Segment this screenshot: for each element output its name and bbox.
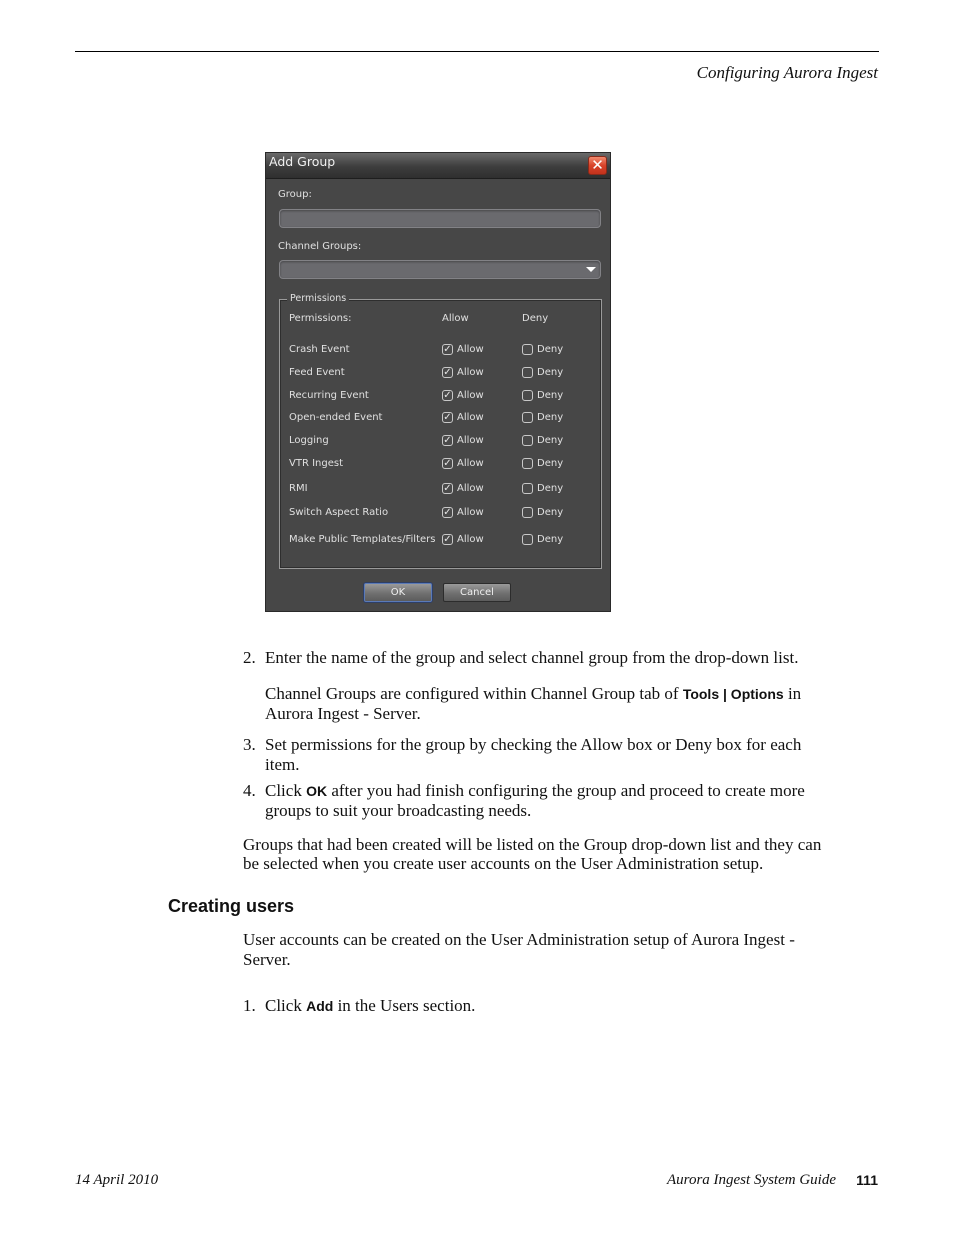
dialog-title: Add Group bbox=[269, 154, 336, 169]
deny-label: Deny bbox=[537, 483, 564, 494]
running-head: Configuring Aurora Ingest bbox=[696, 63, 878, 82]
tools-options-ref: Tools | Options bbox=[682, 686, 784, 702]
permission-name: Make Public Templates/Filters bbox=[289, 534, 436, 545]
allow-checkbox[interactable]: ✓ bbox=[442, 483, 453, 494]
allow-checkbox[interactable]: ✓ bbox=[442, 435, 453, 446]
step-4-number: 4. bbox=[243, 781, 256, 800]
allow-label: Allow bbox=[457, 458, 484, 469]
step-4-pre: Click bbox=[265, 781, 307, 800]
deny-checkbox[interactable] bbox=[522, 534, 533, 545]
allow-label: Allow bbox=[457, 483, 484, 494]
step-4-post: after you had finish configuring the gro… bbox=[265, 781, 805, 820]
users-paragraph: User accounts can be created on the User… bbox=[243, 930, 795, 969]
channel-groups-note: Channel Groups are configured within Cha… bbox=[265, 684, 825, 724]
allow-label: Allow bbox=[457, 507, 484, 518]
deny-checkbox[interactable] bbox=[522, 458, 533, 469]
allow-checkbox[interactable]: ✓ bbox=[442, 412, 453, 423]
footer-date: 14 April 2010 bbox=[75, 1172, 159, 1188]
deny-checkbox[interactable] bbox=[522, 390, 533, 401]
allow-checkbox[interactable]: ✓ bbox=[442, 507, 453, 518]
add-ref: Add bbox=[306, 998, 334, 1014]
deny-label: Deny bbox=[537, 390, 564, 401]
deny-label: Deny bbox=[537, 507, 564, 518]
step-1-text: Click Add in the Users section. bbox=[265, 996, 825, 1016]
step-1-number: 1. bbox=[243, 996, 256, 1015]
ok-ref: OK bbox=[306, 783, 328, 799]
column-header-deny: Deny bbox=[522, 313, 549, 324]
deny-label: Deny bbox=[537, 534, 564, 545]
allow-checkbox[interactable]: ✓ bbox=[442, 344, 453, 355]
permission-name: VTR Ingest bbox=[289, 458, 343, 469]
chevron-down-icon bbox=[586, 267, 596, 272]
note-text: Channel Groups are configured within Cha… bbox=[265, 684, 683, 703]
permission-name: Recurring Event bbox=[289, 390, 369, 401]
allow-label: Allow bbox=[457, 390, 484, 401]
allow-checkbox[interactable]: ✓ bbox=[442, 367, 453, 378]
permission-name: Switch Aspect Ratio bbox=[289, 507, 389, 518]
groups-paragraph: Groups that had been created will be lis… bbox=[243, 835, 822, 873]
deny-label: Deny bbox=[537, 458, 564, 469]
allow-label: Allow bbox=[457, 412, 484, 423]
allow-label: Allow bbox=[457, 367, 484, 378]
close-button[interactable]: ✕ bbox=[588, 156, 607, 175]
column-header-allow: Allow bbox=[442, 313, 469, 324]
permissions-legend: Permissions bbox=[287, 293, 350, 304]
header-rule bbox=[75, 51, 879, 52]
footer-guide-title: Aurora Ingest System Guide bbox=[667, 1172, 836, 1188]
deny-checkbox[interactable] bbox=[522, 412, 533, 423]
permission-row: Make Public Templates/Filters ✓ Allow Deny bbox=[280, 534, 601, 550]
permission-name: Feed Event bbox=[289, 367, 345, 378]
deny-checkbox[interactable] bbox=[522, 435, 533, 446]
permission-row: Logging ✓ Allow Deny bbox=[280, 435, 601, 451]
allow-label: Allow bbox=[457, 435, 484, 446]
step-4-text: Click OK after you had finish configurin… bbox=[265, 781, 825, 821]
permission-row: Feed Event ✓ Allow Deny bbox=[280, 367, 601, 383]
cancel-button[interactable]: Cancel bbox=[443, 583, 511, 602]
permission-row: VTR Ingest ✓ Allow Deny bbox=[280, 458, 601, 474]
permission-row: Open-ended Event ✓ Allow Deny bbox=[280, 412, 601, 428]
permission-row: Crash Event ✓ Allow Deny bbox=[280, 344, 601, 360]
deny-label: Deny bbox=[537, 412, 564, 423]
allow-label: Allow bbox=[457, 344, 484, 355]
channel-groups-dropdown[interactable] bbox=[279, 260, 601, 279]
permission-name: Crash Event bbox=[289, 344, 350, 355]
deny-checkbox[interactable] bbox=[522, 367, 533, 378]
permission-row: Recurring Event ✓ Allow Deny bbox=[280, 390, 601, 406]
add-group-dialog: Add Group ✕ Group: Channel Groups: Permi… bbox=[265, 152, 611, 612]
allow-checkbox[interactable]: ✓ bbox=[442, 534, 453, 545]
permission-name: RMI bbox=[289, 483, 308, 494]
deny-checkbox[interactable] bbox=[522, 344, 533, 355]
step-2-number: 2. bbox=[243, 648, 256, 667]
group-input[interactable] bbox=[279, 209, 601, 228]
allow-label: Allow bbox=[457, 534, 484, 545]
step-1-pre: Click bbox=[265, 996, 307, 1015]
step-3-text: Set permissions for the group by checkin… bbox=[265, 735, 802, 774]
section-heading: Creating users bbox=[168, 896, 295, 916]
permissions-groupbox: Permissions Permissions: Allow Deny Cras… bbox=[279, 293, 602, 569]
permission-name: Logging bbox=[289, 435, 329, 446]
deny-checkbox[interactable] bbox=[522, 507, 533, 518]
deny-label: Deny bbox=[537, 367, 564, 378]
deny-checkbox[interactable] bbox=[522, 483, 533, 494]
step-3-number: 3. bbox=[243, 735, 256, 754]
page-number: 111 bbox=[856, 1172, 878, 1188]
allow-checkbox[interactable]: ✓ bbox=[442, 458, 453, 469]
column-header-permissions: Permissions: bbox=[289, 313, 352, 324]
deny-label: Deny bbox=[537, 344, 564, 355]
deny-label: Deny bbox=[537, 435, 564, 446]
channel-groups-label: Channel Groups: bbox=[278, 241, 362, 252]
permission-name: Open-ended Event bbox=[289, 412, 383, 423]
permission-row: Switch Aspect Ratio ✓ Allow Deny bbox=[280, 507, 601, 523]
group-label: Group: bbox=[278, 189, 312, 200]
permission-row: RMI ✓ Allow Deny bbox=[280, 483, 601, 499]
allow-checkbox[interactable]: ✓ bbox=[442, 390, 453, 401]
dialog-titlebar: Add Group ✕ bbox=[266, 153, 610, 179]
ok-button[interactable]: OK bbox=[364, 583, 432, 602]
close-icon: ✕ bbox=[591, 156, 604, 174]
step-2-text: Enter the name of the group and select c… bbox=[265, 648, 799, 667]
step-1-post: in the Users section. bbox=[333, 996, 476, 1015]
